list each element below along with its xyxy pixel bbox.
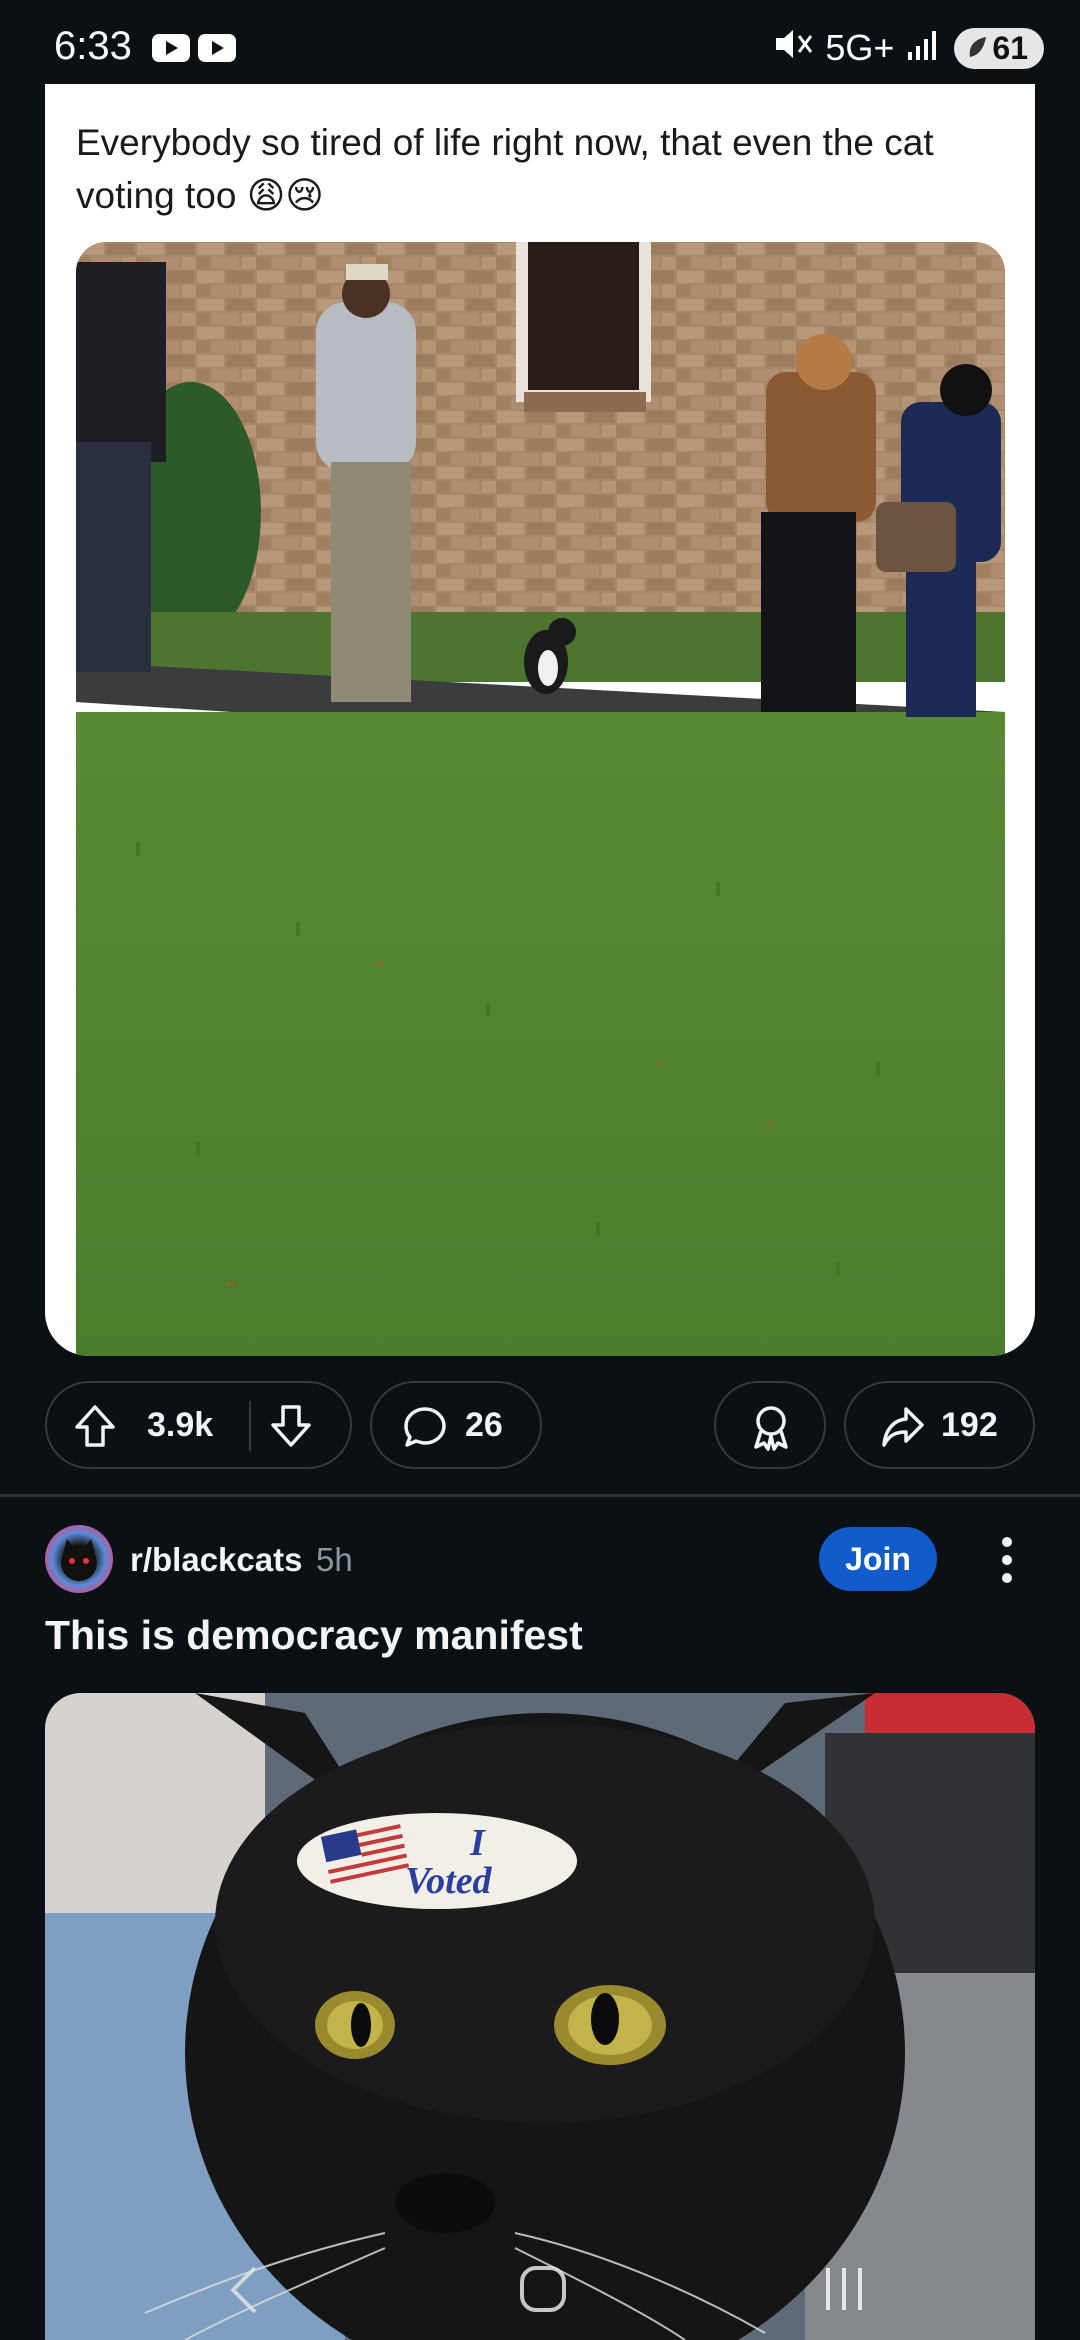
award-icon [748, 1403, 794, 1451]
join-button[interactable]: Join [819, 1527, 937, 1591]
comment-icon [402, 1404, 448, 1450]
sticker-line-2: Voted [405, 1860, 493, 1902]
vote-divider [249, 1401, 251, 1451]
award-button[interactable] [714, 1381, 826, 1469]
share-count: 192 [941, 1406, 998, 1444]
home-icon[interactable] [518, 2264, 568, 2319]
network-label: 5G+ [825, 27, 895, 68]
recents-icon[interactable] [822, 2264, 866, 2319]
youtube-icon [152, 34, 190, 62]
signal-icon [906, 27, 942, 69]
subreddit-name[interactable]: r/blackcats [130, 1541, 302, 1579]
mute-icon [773, 26, 813, 71]
upvote-count: 3.9k [147, 1406, 214, 1444]
back-icon[interactable] [225, 2262, 261, 2323]
comments-button[interactable]: 26 [370, 1381, 542, 1469]
post-image[interactable] [76, 242, 1005, 1356]
subreddit-avatar[interactable] [45, 1525, 113, 1593]
vote-bar: 3.9k [45, 1381, 352, 1469]
downvote-icon[interactable] [269, 1403, 313, 1449]
post-text: Everybody so tired of life right now, th… [76, 122, 934, 216]
upvote-icon[interactable] [73, 1403, 117, 1449]
share-icon [880, 1405, 926, 1449]
system-nav-bar [0, 2240, 1080, 2340]
post-age: 5h [316, 1541, 353, 1578]
post-card[interactable]: Everybody so tired of life right now, th… [45, 84, 1035, 1356]
sticker-line-1: I [469, 1822, 486, 1864]
comment-count: 26 [465, 1406, 503, 1444]
youtube-icon [198, 34, 236, 62]
feed-divider [0, 1494, 1080, 1497]
more-options-icon[interactable] [990, 1530, 1024, 1590]
status-time: 6:33 [54, 24, 132, 68]
post-title[interactable]: This is democracy manifest [45, 1612, 583, 1659]
share-button[interactable]: 192 [844, 1381, 1035, 1469]
status-indicators: 5G+ 61 [773, 26, 1044, 70]
status-bar: 6:33 5G+ 61 [0, 0, 1080, 84]
battery-level: 61 [992, 29, 1028, 66]
battery-icon: 61 [954, 27, 1044, 69]
